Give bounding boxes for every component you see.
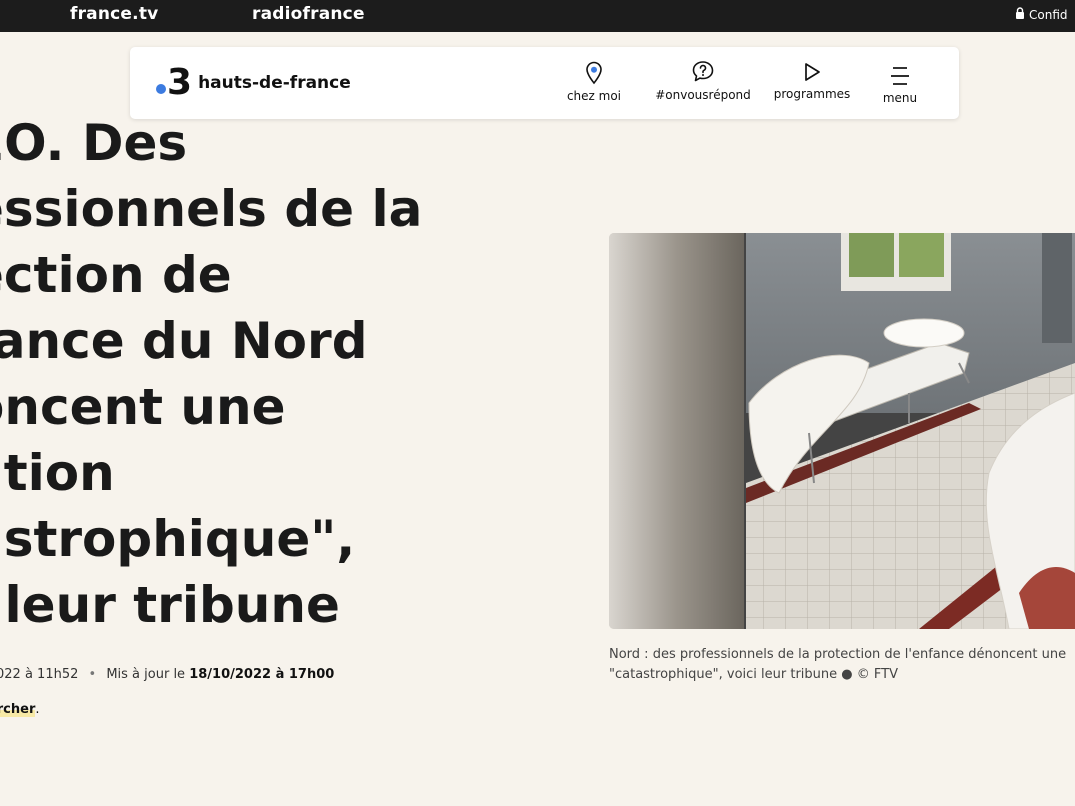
nav-chez-moi[interactable]: chez moi bbox=[564, 61, 624, 103]
nav-onvousrepond[interactable]: #onvousrépond bbox=[653, 60, 753, 102]
francetv-link[interactable]: france.tv bbox=[70, 4, 158, 24]
author-suffix: . bbox=[35, 702, 40, 717]
nav-programmes[interactable]: programmes bbox=[772, 61, 852, 101]
logo-number: 3 bbox=[167, 62, 193, 103]
lock-icon bbox=[1015, 7, 1029, 22]
privacy-label: Confid bbox=[1029, 8, 1068, 22]
nav-label: programmes bbox=[773, 87, 851, 101]
logo-dot bbox=[156, 84, 166, 94]
nav-label: #onvousrépond bbox=[655, 88, 751, 102]
published-date: 022 à 11h52 bbox=[0, 667, 79, 682]
location-pin-icon bbox=[586, 61, 602, 85]
meta-separator: • bbox=[88, 667, 97, 682]
nav-label: chez moi bbox=[566, 89, 622, 103]
caption-line-2: "catastrophique", voici leur tribune ● ©… bbox=[609, 667, 898, 682]
caption-line-1: Nord : des professionnels de la protecti… bbox=[609, 647, 1067, 662]
play-icon bbox=[805, 63, 820, 81]
article-headline: ÉO. Des essionnels de la ection de fance… bbox=[0, 114, 423, 634]
top-bar: france.tv radiofrance Confid bbox=[0, 0, 1075, 32]
photo-caption: Nord : des professionnels de la protecti… bbox=[609, 645, 1075, 685]
site-logo[interactable]: 3 hauts-de-france bbox=[156, 63, 351, 103]
site-header: 3 hauts-de-france chez moi #onvousrépond… bbox=[130, 47, 959, 119]
nav-label: menu bbox=[882, 91, 918, 105]
logo-name: hauts-de-france bbox=[198, 73, 351, 93]
radiofrance-link[interactable]: radiofrance bbox=[252, 4, 365, 24]
updated-date: 18/10/2022 à 17h00 bbox=[189, 667, 335, 682]
hamburger-menu-icon bbox=[891, 67, 909, 85]
nav-menu[interactable]: menu bbox=[878, 65, 922, 105]
article-author: archer. bbox=[0, 702, 40, 717]
question-bubble-icon bbox=[692, 61, 714, 82]
updated-prefix: Mis à jour le bbox=[106, 667, 186, 682]
article-photo[interactable] bbox=[609, 233, 1075, 629]
article-dates: 022 à 11h52 • Mis à jour le 18/10/2022 à… bbox=[0, 667, 334, 682]
privacy-link[interactable]: Confid bbox=[1015, 7, 1068, 22]
room-photo-illustration bbox=[609, 233, 1075, 629]
author-link[interactable]: archer bbox=[0, 702, 36, 717]
